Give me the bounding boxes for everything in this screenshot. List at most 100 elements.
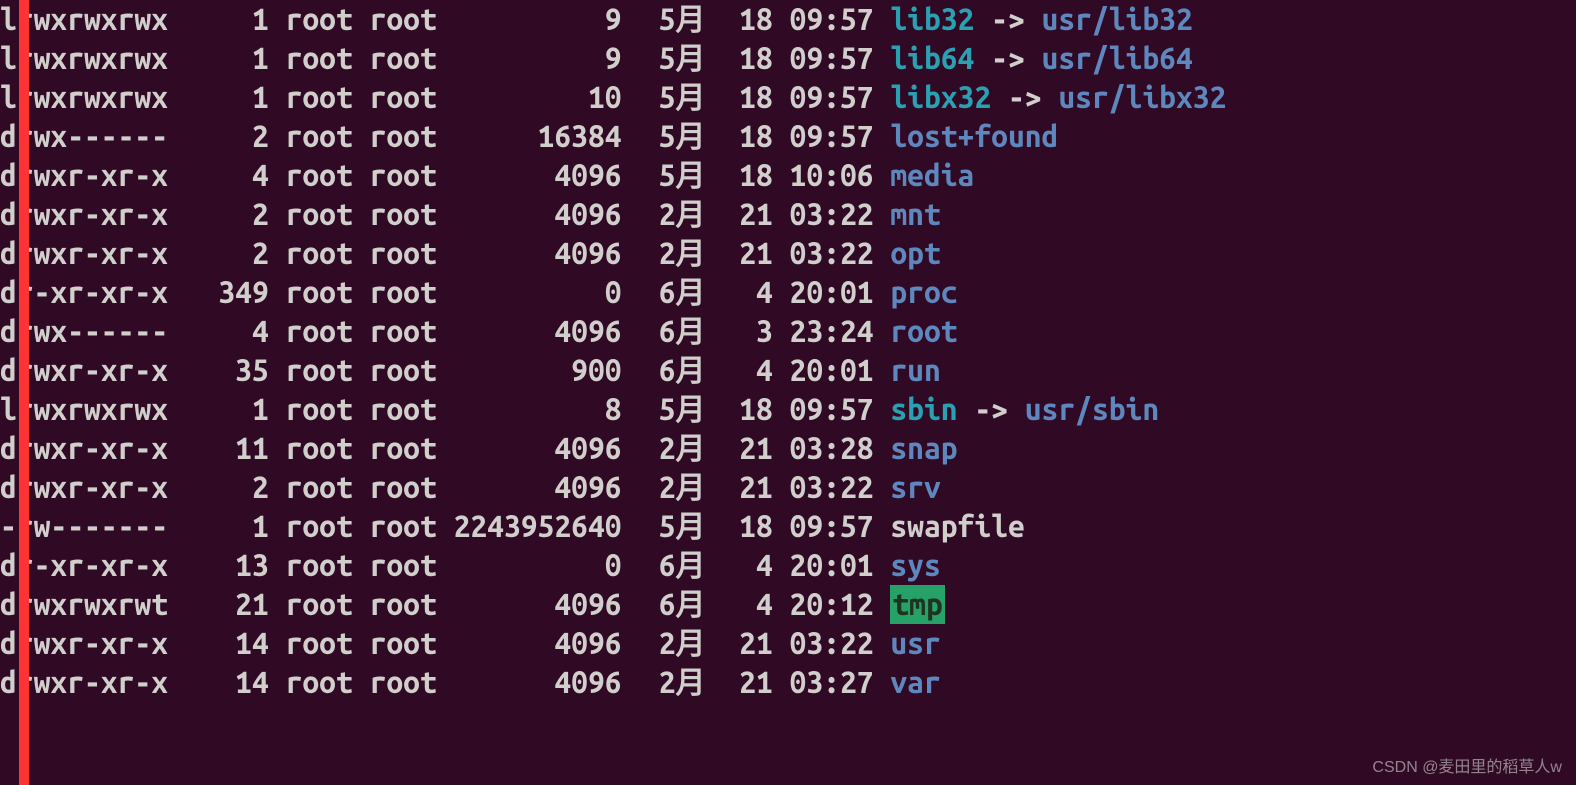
file-name: opt (890, 234, 940, 273)
day: 21 (706, 468, 773, 507)
group: root (370, 273, 437, 312)
owner: root (286, 78, 353, 117)
ls-row: drwxr-xr-x11rootroot40962月2103:28snap (0, 429, 1576, 468)
highlight-bar (19, 0, 29, 785)
link-count: 1 (202, 0, 269, 39)
time: 03:27 (773, 663, 874, 702)
day: 18 (706, 78, 773, 117)
file-size: 0 (437, 273, 622, 312)
time: 03:22 (773, 468, 874, 507)
link-count: 2 (202, 195, 269, 234)
link-count: 4 (202, 312, 269, 351)
time: 09:57 (773, 507, 874, 546)
symlink-arrow: -> (991, 39, 1025, 78)
file-size: 16384 (437, 117, 622, 156)
ls-row: drwxr-xr-x2rootroot40962月2103:22mnt (0, 195, 1576, 234)
symlink-arrow: -> (1008, 78, 1042, 117)
owner: root (286, 156, 353, 195)
month: 5月 (622, 156, 706, 195)
file-name: proc (890, 273, 957, 312)
ls-row: drwxr-xr-x14rootroot40962月2103:22usr (0, 624, 1576, 663)
day: 18 (706, 39, 773, 78)
link-count: 14 (202, 663, 269, 702)
ls-row: drwxr-xr-x2rootroot40962月2103:22opt (0, 234, 1576, 273)
month: 5月 (622, 390, 706, 429)
month: 5月 (622, 507, 706, 546)
ls-row: -rw-------1rootroot22439526405月1809:57sw… (0, 507, 1576, 546)
group: root (370, 195, 437, 234)
group: root (370, 39, 437, 78)
ls-row: lrwxrwxrwx1rootroot105月1809:57libx32->us… (0, 78, 1576, 117)
ls-row: dr-xr-xr-x13rootroot06月420:01sys (0, 546, 1576, 585)
symlink-arrow: -> (974, 390, 1008, 429)
file-name: tmp (890, 585, 944, 624)
ls-row: drwx------2rootroot163845月1809:57lost+fo… (0, 117, 1576, 156)
group: root (370, 234, 437, 273)
terminal-output: lrwxrwxrwx1rootroot95月1809:57lib32->usr/… (0, 0, 1576, 702)
month: 2月 (622, 234, 706, 273)
day: 18 (706, 0, 773, 39)
link-count: 11 (202, 429, 269, 468)
ls-row: drwxr-xr-x35rootroot9006月420:01run (0, 351, 1576, 390)
owner: root (286, 390, 353, 429)
permissions: drwxr-xr-x (0, 624, 202, 663)
group: root (370, 624, 437, 663)
file-size: 4096 (437, 468, 622, 507)
group: root (370, 351, 437, 390)
symlink-target: usr/sbin (1025, 390, 1159, 429)
file-size: 9 (437, 0, 622, 39)
day: 3 (706, 312, 773, 351)
ls-row: drwx------4rootroot40966月323:24root (0, 312, 1576, 351)
file-size: 0 (437, 546, 622, 585)
file-size: 8 (437, 390, 622, 429)
permissions: drwxr-xr-x (0, 195, 202, 234)
file-name: lib64 (890, 39, 974, 78)
link-count: 2 (202, 234, 269, 273)
link-count: 13 (202, 546, 269, 585)
owner: root (286, 234, 353, 273)
day: 4 (706, 351, 773, 390)
file-size: 4096 (437, 585, 622, 624)
permissions: -rw------- (0, 507, 202, 546)
owner: root (286, 546, 353, 585)
group: root (370, 390, 437, 429)
group: root (370, 429, 437, 468)
file-name: srv (890, 468, 940, 507)
month: 5月 (622, 39, 706, 78)
day: 21 (706, 234, 773, 273)
ls-row: lrwxrwxrwx1rootroot95月1809:57lib64->usr/… (0, 39, 1576, 78)
permissions: lrwxrwxrwx (0, 78, 202, 117)
ls-row: drwxr-xr-x4rootroot40965月1810:06media (0, 156, 1576, 195)
owner: root (286, 195, 353, 234)
file-size: 10 (437, 78, 622, 117)
owner: root (286, 624, 353, 663)
file-size: 4096 (437, 429, 622, 468)
time: 03:22 (773, 624, 874, 663)
link-count: 4 (202, 156, 269, 195)
file-name: usr (890, 624, 940, 663)
time: 03:28 (773, 429, 874, 468)
owner: root (286, 351, 353, 390)
permissions: drwx------ (0, 312, 202, 351)
file-size: 2243952640 (437, 507, 622, 546)
ls-row: drwxr-xr-x14rootroot40962月2103:27var (0, 663, 1576, 702)
file-size: 900 (437, 351, 622, 390)
link-count: 349 (202, 273, 269, 312)
group: root (370, 468, 437, 507)
ls-row: lrwxrwxrwx1rootroot95月1809:57lib32->usr/… (0, 0, 1576, 39)
ls-row: dr-xr-xr-x349rootroot06月420:01proc (0, 273, 1576, 312)
file-size: 4096 (437, 156, 622, 195)
group: root (370, 507, 437, 546)
time: 09:57 (773, 117, 874, 156)
file-name: media (890, 156, 974, 195)
month: 5月 (622, 0, 706, 39)
group: root (370, 78, 437, 117)
permissions: lrwxrwxrwx (0, 390, 202, 429)
file-size: 4096 (437, 663, 622, 702)
owner: root (286, 39, 353, 78)
permissions: drwxr-xr-x (0, 468, 202, 507)
permissions: drwxr-xr-x (0, 234, 202, 273)
file-name: snap (890, 429, 957, 468)
file-size: 9 (437, 39, 622, 78)
link-count: 1 (202, 39, 269, 78)
